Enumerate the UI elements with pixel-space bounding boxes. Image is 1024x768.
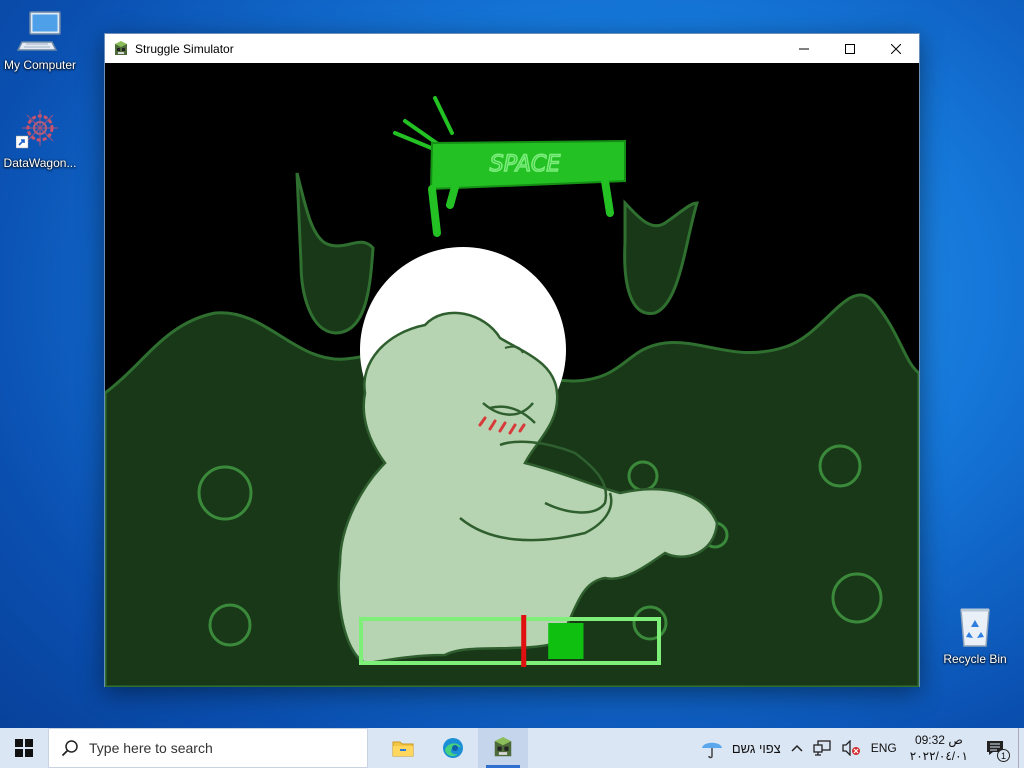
computer-icon <box>16 11 61 51</box>
taskbar: Type here to search צפוי גשם ENG 09:32 ص… <box>0 728 1024 768</box>
weather-widget[interactable]: צפוי גשם <box>695 728 786 768</box>
umbrella-icon <box>701 742 722 759</box>
clock[interactable]: 09:32 ص ٢٠٢٢/٠٤/٠١ <box>902 728 976 768</box>
desktop-icon-label: Recycle Bin <box>943 652 1007 666</box>
notifications-button[interactable]: 1 <box>976 728 1014 768</box>
close-icon <box>891 43 901 54</box>
game-app-icon <box>115 40 127 55</box>
maximize-button[interactable] <box>827 34 873 63</box>
minimize-button[interactable] <box>781 34 827 63</box>
desktop-icon-datawagon[interactable]: DataWagon... <box>0 106 80 170</box>
game-app-icon <box>494 737 512 757</box>
meter-marker <box>521 615 527 667</box>
volume-button[interactable] <box>836 728 866 768</box>
start-button[interactable] <box>0 728 48 768</box>
taskbar-edge[interactable] <box>428 728 478 768</box>
network-icon <box>813 740 831 756</box>
app-window[interactable]: Struggle Simulator SPACE <box>104 33 920 687</box>
recycle-bin-icon <box>960 608 990 647</box>
language-indicator[interactable]: ENG <box>866 728 902 768</box>
show-desktop-button[interactable] <box>1018 728 1024 768</box>
meter-target-zone <box>548 623 584 659</box>
clock-date: ٢٠٢٢/٠٤/٠١ <box>909 749 968 763</box>
desktop-icon-recycle-bin[interactable]: Recycle Bin <box>935 602 1015 666</box>
file-explorer-icon <box>392 741 414 757</box>
search-placeholder: Type here to search <box>89 740 213 756</box>
edge-icon <box>443 738 463 758</box>
maximize-icon <box>845 43 855 54</box>
weather-text: צפוי גשם <box>731 740 781 756</box>
slime-drip-right <box>623 199 700 315</box>
window-title: Struggle Simulator <box>135 41 234 56</box>
window-titlebar[interactable]: Struggle Simulator <box>105 34 919 63</box>
notification-count-badge: 1 <box>997 749 1010 762</box>
close-button[interactable] <box>873 34 919 63</box>
search-icon <box>61 740 78 757</box>
clock-time: 09:32 ص <box>914 733 963 747</box>
game-canvas[interactable]: SPACE <box>105 63 919 687</box>
minimize-icon <box>799 48 809 49</box>
taskbar-struggle-simulator[interactable] <box>478 728 528 768</box>
system-tray: צפוי גשם ENG 09:32 ص ٢٠٢٢/٠٤/٠١ 1 <box>695 728 1024 768</box>
space-key-label: SPACE <box>490 152 561 177</box>
volume-muted-icon <box>842 740 860 756</box>
chevron-up-icon <box>791 744 803 752</box>
datawagon-icon <box>16 110 58 149</box>
network-button[interactable] <box>808 728 836 768</box>
desktop-icon-label: DataWagon... <box>3 156 77 170</box>
slime-drip-left <box>295 172 375 335</box>
taskbar-file-explorer[interactable] <box>378 728 428 768</box>
desktop-icon-label: My Computer <box>3 58 77 72</box>
desktop-icon-my-computer[interactable]: My Computer <box>0 8 80 72</box>
language-label: ENG <box>870 741 897 755</box>
windows-logo-icon <box>15 739 33 757</box>
tray-overflow-button[interactable] <box>786 728 808 768</box>
taskbar-search-box[interactable]: Type here to search <box>48 728 368 768</box>
space-key-prompt: SPACE <box>393 96 626 237</box>
